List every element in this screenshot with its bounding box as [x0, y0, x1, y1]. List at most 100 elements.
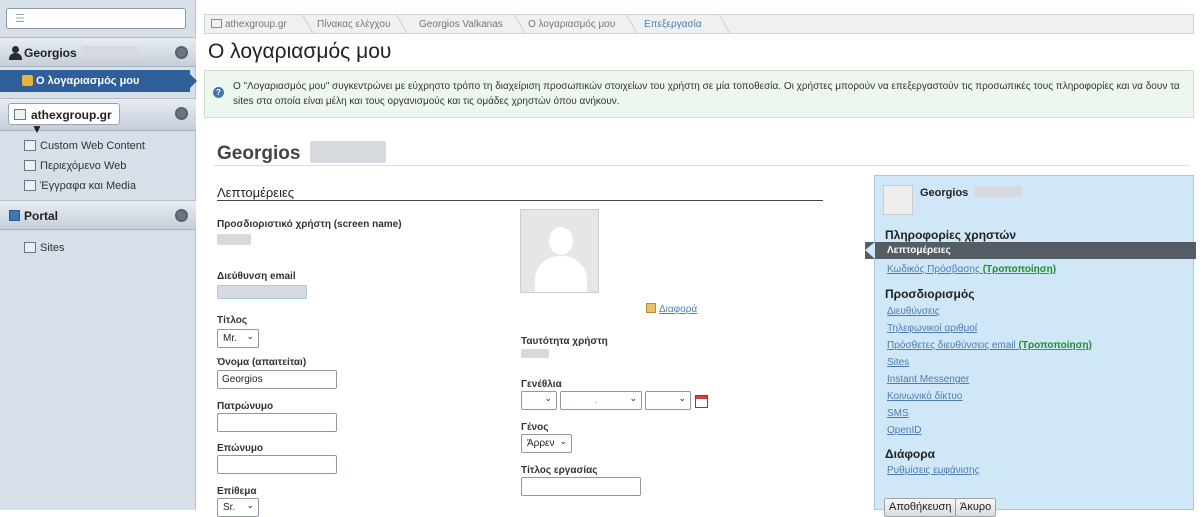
sidebar-item-label: Έγγραφα και Media — [40, 180, 136, 192]
cancel-button[interactable]: Άκυρο — [955, 498, 997, 517]
breadcrumb-item-control-panel[interactable]: Πίνακας ελέγχου — [317, 19, 390, 30]
sidebar-item-web-content[interactable]: Περιεχόμενο Web — [0, 156, 196, 176]
panel-item-details[interactable]: Λεπτομέρειες — [865, 242, 1196, 259]
portal-icon — [9, 210, 20, 221]
birthday-year-select[interactable]: ⌄ — [645, 391, 691, 410]
sidebar-item-label: Custom Web Content — [40, 140, 145, 152]
job-title-input[interactable] — [521, 477, 641, 496]
title-select[interactable]: Mr. ⌄ — [217, 329, 259, 348]
avatar — [520, 209, 599, 293]
info-icon: ? — [213, 87, 224, 98]
modified-badge: (Τροποποίηση) — [982, 264, 1057, 275]
sidebar-site-header: athexgroup.gr ▼ — [0, 98, 196, 136]
site-selector[interactable]: athexgroup.gr ▼ — [8, 103, 120, 136]
chevron-down-icon: ⌄ — [246, 332, 254, 342]
gender-select[interactable]: Άρρεν ⌄ — [521, 434, 572, 453]
suffix-select[interactable]: Sr. ⌄ — [217, 498, 259, 517]
sidebar: ☰ Georgios Ο λογαριασμός μου athexgroup.… — [0, 0, 197, 510]
sites-icon — [24, 242, 36, 253]
breadcrumb-separator — [293, 15, 314, 33]
redacted-screen-name — [217, 234, 251, 245]
panel-link-openid[interactable]: OpenID — [887, 425, 921, 436]
job-title-label: Τίτλος εργασίας — [521, 465, 598, 476]
last-name-input[interactable] — [217, 455, 337, 474]
modified-badge: (Τροποποίηση) — [1018, 340, 1092, 351]
breadcrumb-item-user[interactable]: Georgios Valkanas — [419, 19, 503, 30]
section-title-details: Λεπτομέρειες — [217, 185, 295, 200]
birthday-month-select[interactable]: . ⌄ — [560, 391, 642, 410]
calendar-icon[interactable] — [695, 395, 708, 408]
birthday-label: Γενέθλια — [521, 379, 562, 390]
site-icon — [14, 109, 26, 120]
panel-link-additional-emails[interactable]: Πρόσθετες διευθύνσεις email (Τροποποίηση… — [887, 340, 1092, 351]
chevron-down-icon: ⌄ — [544, 394, 552, 404]
panel-item-label: Λεπτομέρειες — [887, 245, 951, 256]
web-content-icon — [24, 160, 36, 171]
user-name-heading: Georgios — [217, 141, 386, 165]
breadcrumb-separator — [710, 15, 731, 33]
gear-icon[interactable] — [175, 46, 188, 59]
chevron-down-icon: ⌄ — [678, 394, 686, 404]
breadcrumb-item-site[interactable]: athexgroup.gr — [211, 19, 287, 30]
redacted-surname — [309, 141, 386, 163]
divider — [217, 200, 823, 201]
sidebar-item-my-account[interactable]: Ο λογαριασμός μου — [0, 70, 197, 92]
breadcrumb-separator — [617, 15, 638, 33]
panel-link-instant-messenger[interactable]: Instant Messenger — [887, 374, 969, 385]
sidebar-search-input[interactable]: ☰ — [6, 8, 186, 29]
middle-name-label: Πατρώνυμο — [217, 401, 274, 412]
active-arrow — [190, 74, 197, 88]
sidebar-item-custom-web-content[interactable]: Custom Web Content — [0, 136, 196, 156]
change-avatar-link[interactable]: Διαφορά — [646, 303, 697, 315]
main-content: athexgroup.gr Πίνακας ελέγχου Georgios V… — [204, 0, 1203, 517]
panel-user-name: Georgios — [920, 186, 1023, 199]
panel-link-sites[interactable]: Sites — [887, 357, 909, 368]
panel-link-display-settings[interactable]: Ρυθμίσεις εμφάνισης — [887, 465, 979, 476]
panel-link-social-network[interactable]: Κοινωνικό δίκτυο — [887, 391, 962, 402]
account-icon — [22, 75, 33, 86]
gear-icon[interactable] — [175, 107, 188, 120]
site-selector-label: athexgroup.gr ▼ — [31, 108, 112, 136]
save-button[interactable]: Αποθήκευση — [884, 498, 957, 517]
middle-name-input[interactable] — [217, 413, 337, 432]
panel-link-addresses[interactable]: Διευθύνσεις — [887, 306, 940, 317]
sidebar-item-sites[interactable]: Sites — [0, 238, 196, 258]
breadcrumb-item-edit: Επεξεργασία — [644, 19, 702, 30]
info-text: Ο "Λογαριασμός μου" συγκεντρώνει με εύχρ… — [233, 81, 1180, 107]
last-name-label: Επώνυμο — [217, 443, 264, 454]
first-name-label: Όνομα (απαιτείται) — [217, 357, 307, 368]
redacted-email-field[interactable] — [217, 285, 307, 299]
birthday-day-select[interactable]: ⌄ — [521, 391, 557, 410]
panel-link-sms[interactable]: SMS — [887, 408, 909, 419]
panel-link-phone-numbers[interactable]: Τηλεφωνικοί αριθμοί — [887, 323, 977, 334]
user-id-label: Ταυτότητα χρήστη — [521, 336, 608, 347]
redacted-surname — [83, 46, 140, 59]
page-title: Ο λογαριασμός μου — [208, 40, 392, 63]
sidebar-item-documents-media[interactable]: Έγγραφα και Media — [0, 176, 196, 196]
breadcrumb-item-my-account[interactable]: Ο λογαριασμός μου — [528, 19, 615, 30]
redacted-surname — [974, 186, 1023, 197]
sidebar-user-header[interactable]: Georgios — [0, 37, 196, 67]
screen-name-label: Προσδιοριστικό χρήστη (screen name) — [217, 219, 402, 230]
edit-image-icon — [646, 303, 656, 313]
panel-link-password[interactable]: Κωδικός Πρόσβασης (Τροποποίηση) — [887, 264, 1056, 275]
divider — [214, 165, 1190, 166]
redacted-user-id — [521, 349, 549, 358]
sidebar-item-label: Ο λογαριασμός μου — [36, 75, 140, 87]
gender-label: Γένος — [521, 422, 549, 433]
gear-icon[interactable] — [175, 209, 188, 222]
breadcrumb-separator — [505, 15, 526, 33]
chevron-down-icon: ⌄ — [629, 394, 637, 404]
first-name-input[interactable]: Georgios — [217, 370, 337, 389]
chevron-down-icon: ⌄ — [559, 437, 567, 447]
home-icon — [211, 19, 222, 28]
documents-icon — [24, 180, 36, 191]
sidebar-portal-title: Portal — [24, 209, 59, 223]
suffix-label: Επίθεμα — [217, 486, 257, 497]
sidebar-portal-header[interactable]: Portal — [0, 200, 196, 230]
user-icon — [9, 46, 22, 60]
title-label: Τίτλος — [217, 315, 248, 326]
email-label: Διεύθυνση email — [217, 271, 296, 282]
info-message: ? Ο "Λογαριασμός μου" συγκεντρώνει με εύ… — [204, 70, 1194, 118]
sidebar-user-name: Georgios — [24, 46, 140, 60]
